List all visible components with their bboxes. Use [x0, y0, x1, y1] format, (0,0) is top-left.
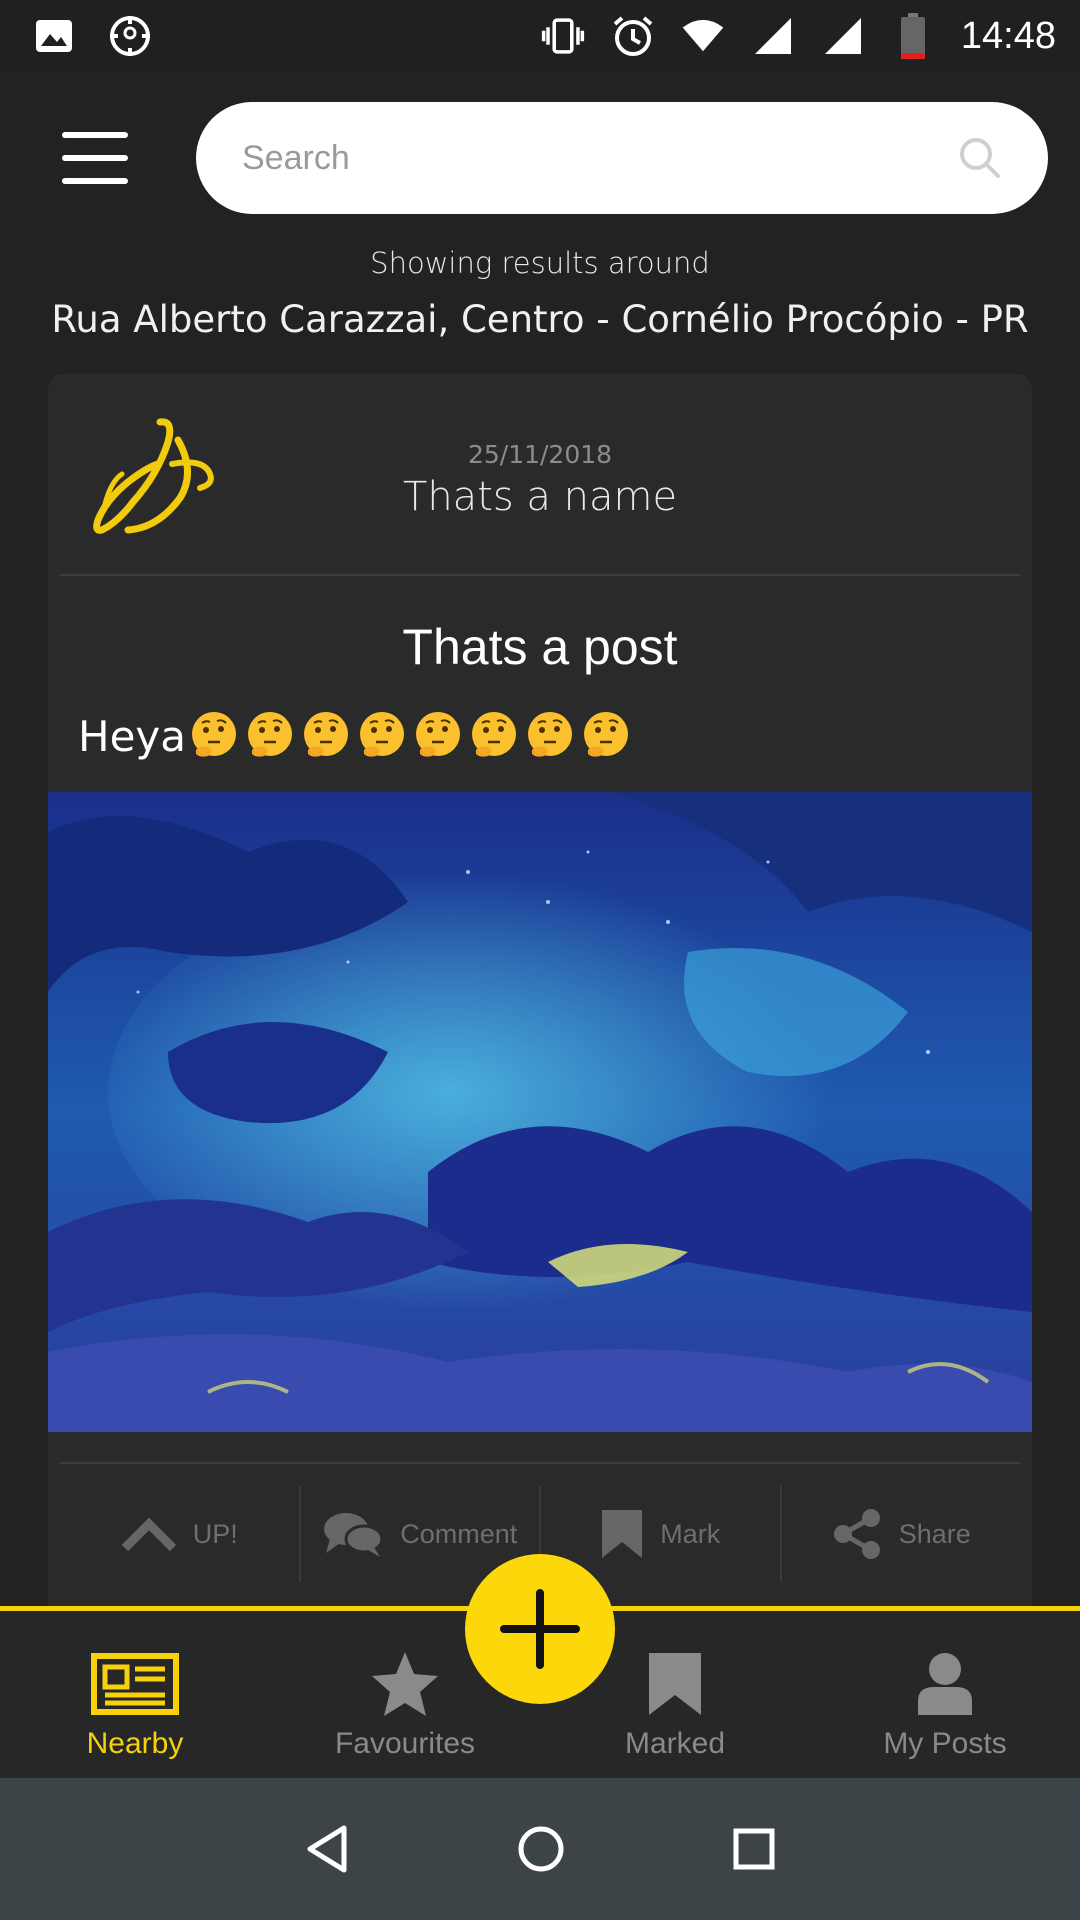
thinking-face-icon [584, 712, 629, 757]
newspaper-icon [91, 1653, 179, 1715]
post-body: Heya [78, 710, 632, 762]
comments-icon [324, 1513, 384, 1557]
bookmark-icon [649, 1653, 701, 1715]
add-post-button[interactable] [465, 1554, 615, 1704]
nav-marked-label: Marked [624, 1727, 726, 1760]
share-button[interactable]: Share [779, 1486, 1021, 1582]
post-author[interactable]: Thats a name [48, 474, 1032, 520]
up-label: UP! [192, 1518, 238, 1549]
chevron-up-icon [121, 1517, 176, 1552]
recents-icon[interactable] [732, 1827, 776, 1871]
up-button[interactable]: UP! [60, 1486, 299, 1582]
header-divider [60, 574, 1020, 576]
post-header: 25/11/2018 Thats a name [48, 374, 1032, 574]
nav-nearby-label: Nearby [86, 1727, 184, 1760]
location-caption: Showing results around [370, 246, 710, 280]
location-target-icon [108, 14, 152, 58]
thinking-face-icon [304, 712, 349, 757]
thinking-face-icon [192, 712, 237, 757]
signal-icon [751, 14, 795, 58]
post-image[interactable] [48, 792, 1032, 1432]
home-icon[interactable] [517, 1825, 565, 1873]
bookmark-icon [602, 1510, 643, 1558]
signal-icon-2 [821, 14, 865, 58]
mark-label: Mark [660, 1518, 721, 1549]
post-title: Thats a post [402, 619, 678, 675]
star-icon [372, 1652, 438, 1716]
thinking-face-icon [360, 712, 405, 757]
nav-favourites-label: Favourites [334, 1727, 476, 1760]
top-bar [0, 100, 1080, 216]
nav-my-posts[interactable]: My Posts [810, 1611, 1080, 1778]
thinking-face-icon [472, 712, 517, 757]
search-icon[interactable] [956, 134, 1004, 182]
location-address: Rua Alberto Carazzai, Centro - Cornélio … [51, 298, 1029, 341]
menu-icon[interactable] [62, 132, 128, 184]
person-icon [918, 1653, 972, 1715]
thinking-face-icon [248, 712, 293, 757]
search-bar[interactable] [196, 102, 1048, 214]
vibrate-icon [541, 14, 585, 58]
nav-nearby[interactable]: Nearby [0, 1611, 270, 1778]
alarm-icon [611, 14, 655, 58]
thinking-face-icon [416, 712, 461, 757]
share-label: Share [898, 1518, 971, 1549]
plus-icon [500, 1589, 580, 1669]
nav-my-posts-label: My Posts [883, 1727, 1007, 1760]
thinking-face-icon [528, 712, 573, 757]
share-icon [833, 1509, 880, 1559]
comment-label: Comment [400, 1518, 518, 1549]
battery-icon [891, 13, 935, 59]
back-icon[interactable] [304, 1824, 350, 1874]
post-card[interactable]: 25/11/2018 Thats a name Thats a post Hey… [48, 374, 1032, 1614]
emoji-row [188, 710, 632, 762]
search-input[interactable] [242, 138, 956, 178]
system-nav-bar [0, 1778, 1080, 1920]
post-date: 25/11/2018 [467, 440, 613, 469]
gallery-notification-icon [32, 14, 76, 58]
actions-divider [60, 1462, 1020, 1464]
wifi-icon [681, 14, 725, 58]
status-bar: 14:48 [0, 0, 1080, 72]
post-body-text: Heya [78, 711, 187, 761]
clock-time: 14:48 [960, 14, 1056, 57]
